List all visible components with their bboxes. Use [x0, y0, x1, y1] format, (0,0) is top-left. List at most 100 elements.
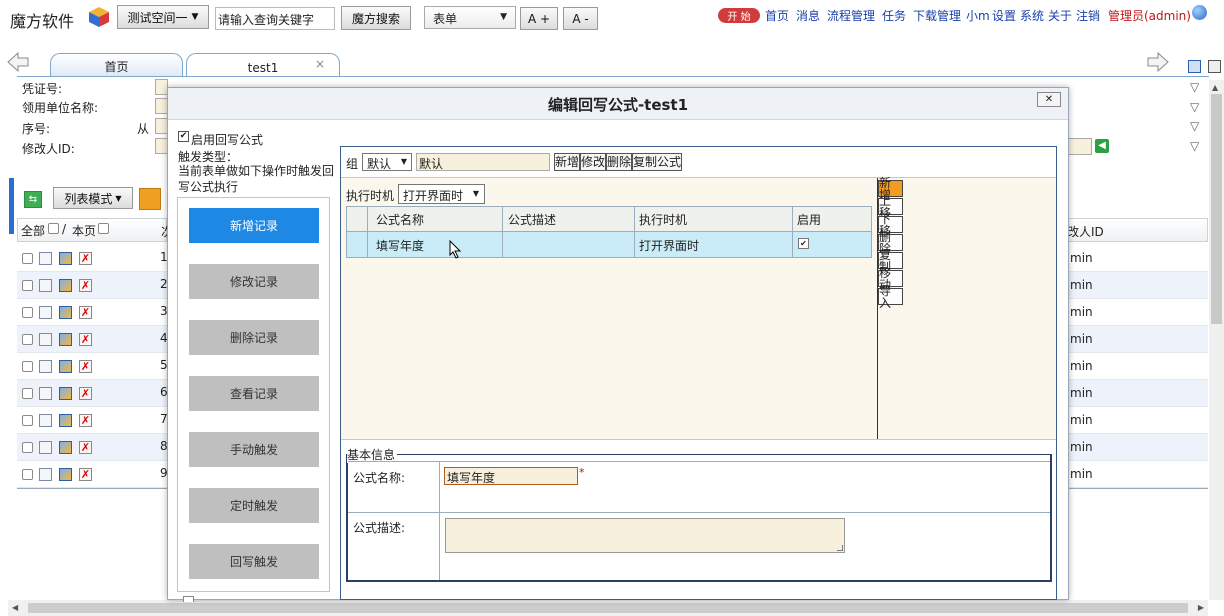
trigger-edit-record[interactable]: 修改记录 — [189, 264, 319, 299]
trigger-delete-record[interactable]: 删除记录 — [189, 320, 319, 355]
form-select[interactable]: 表单 ▼ — [424, 6, 516, 29]
dialog-close-button[interactable]: ✕ — [1037, 92, 1061, 107]
row-checkbox[interactable] — [22, 307, 33, 318]
link-downloads[interactable]: 下载管理 — [913, 7, 961, 24]
detail-icon[interactable] — [39, 441, 52, 454]
go-arrow-icon[interactable]: ◀ — [1095, 139, 1109, 153]
workspace-select[interactable]: 测试空间一 ▼ — [117, 5, 209, 29]
delete-icon[interactable]: ✗ — [79, 414, 92, 427]
trigger-writeback[interactable]: 回写触发 — [189, 544, 319, 579]
link-system[interactable]: 系统 — [1020, 7, 1044, 24]
formula-import-button[interactable]: 导入 — [878, 285, 903, 309]
user-link[interactable]: 管理员(admin) — [1108, 7, 1191, 24]
row-checkbox[interactable] — [22, 334, 33, 345]
horizontal-scrollbar[interactable]: ◀ ▶ — [8, 600, 1208, 616]
save-icon[interactable] — [1188, 60, 1201, 73]
link-about[interactable]: 关于 — [1048, 7, 1072, 24]
link-home[interactable]: 首页 — [765, 7, 789, 24]
tab-close-icon[interactable]: × — [315, 57, 325, 71]
row-checkbox[interactable] — [22, 442, 33, 453]
group-select[interactable]: 默认 ▼ — [362, 153, 412, 171]
group-add-button[interactable]: 新增 — [554, 153, 580, 171]
group-name-input[interactable]: 默认 — [416, 153, 550, 171]
trigger-timed[interactable]: 定时触发 — [189, 488, 319, 523]
filter-right-input[interactable] — [1068, 138, 1092, 155]
table-row[interactable]: ✗ 5 — [17, 353, 168, 380]
list-mode-button[interactable]: 列表模式 ▼ — [53, 187, 133, 209]
edit-icon[interactable] — [59, 414, 72, 427]
scroll-right-icon[interactable]: ▶ — [1198, 603, 1204, 612]
edit-icon[interactable] — [59, 360, 72, 373]
search-button[interactable]: 魔方搜索 — [341, 6, 411, 30]
edit-icon[interactable] — [59, 387, 72, 400]
detail-icon[interactable] — [39, 387, 52, 400]
table-row[interactable]: ✗ 7 — [17, 407, 168, 434]
group-delete-button[interactable]: 删除 — [606, 153, 632, 171]
scroll-left-icon[interactable]: ◀ — [12, 603, 18, 612]
scroll-up-icon[interactable]: ▲ — [1212, 83, 1218, 92]
forward-arrow-icon[interactable] — [1147, 51, 1169, 73]
link-xiaom[interactable]: 小m — [966, 7, 990, 24]
row-checkbox[interactable] — [22, 469, 33, 480]
search-input[interactable]: 请输入查询关键字 — [215, 7, 335, 30]
detail-icon[interactable] — [39, 333, 52, 346]
funnel-icon[interactable]: ▽ — [1190, 100, 1199, 114]
delete-icon[interactable]: ✗ — [79, 333, 92, 346]
detail-icon[interactable] — [39, 360, 52, 373]
tab-home[interactable]: 首页 — [50, 53, 183, 76]
delete-icon[interactable]: ✗ — [79, 441, 92, 454]
funnel-icon[interactable]: ▽ — [1190, 80, 1199, 94]
start-badge[interactable]: 开 始 — [718, 8, 760, 23]
link-tasks[interactable]: 任务 — [882, 7, 906, 24]
table-row[interactable]: ✗ 4 — [17, 326, 168, 353]
delete-icon[interactable]: ✗ — [79, 252, 92, 265]
select-all-checkbox[interactable] — [48, 223, 59, 234]
detail-icon[interactable] — [39, 306, 52, 319]
edit-icon[interactable] — [59, 468, 72, 481]
trigger-add-record[interactable]: 新增记录 — [189, 208, 319, 243]
detail-icon[interactable] — [39, 252, 52, 265]
table-row[interactable]: ✗ 3 — [17, 299, 168, 326]
link-settings[interactable]: 设置 — [992, 7, 1016, 24]
link-workflow[interactable]: 流程管理 — [827, 7, 875, 24]
font-decrease-button[interactable]: A - — [563, 7, 598, 30]
link-logout[interactable]: 注销 — [1076, 7, 1100, 24]
globe-icon[interactable] — [1192, 5, 1207, 20]
resize-handle-icon[interactable] — [837, 545, 843, 551]
formula-desc-textarea[interactable] — [445, 518, 845, 553]
export-icon[interactable] — [139, 188, 161, 210]
formula-name-input[interactable]: 填写年度 — [444, 467, 578, 485]
tab-test1[interactable]: test1 × — [186, 53, 340, 76]
edit-icon[interactable] — [59, 252, 72, 265]
back-arrow-icon[interactable] — [7, 51, 29, 73]
bottom-checkbox[interactable] — [183, 596, 194, 602]
delete-icon[interactable]: ✗ — [79, 387, 92, 400]
table-row[interactable]: ✗ 8 — [17, 434, 168, 461]
list-icon[interactable] — [1208, 60, 1221, 73]
table-row[interactable]: ✗ 1 — [17, 245, 168, 272]
vertical-scrollbar[interactable]: ▲ — [1209, 80, 1224, 600]
row-checkbox[interactable] — [22, 361, 33, 372]
enable-checkbox[interactable]: ✔ — [178, 131, 189, 142]
edit-icon[interactable] — [59, 441, 72, 454]
funnel-icon[interactable]: ▽ — [1190, 139, 1199, 153]
group-copy-formula-button[interactable]: 复制公式 — [632, 153, 682, 171]
group-edit-button[interactable]: 修改 — [580, 153, 606, 171]
row-checkbox[interactable] — [22, 388, 33, 399]
side-collapse-handle[interactable] — [9, 178, 14, 234]
funnel-icon[interactable]: ▽ — [1190, 119, 1199, 133]
delete-icon[interactable]: ✗ — [79, 360, 92, 373]
h-scroll-thumb[interactable] — [28, 603, 1188, 613]
refresh-icon[interactable]: ⇆ — [24, 191, 42, 208]
font-increase-button[interactable]: A + — [520, 7, 558, 30]
edit-icon[interactable] — [59, 333, 72, 346]
scroll-thumb[interactable] — [1211, 94, 1222, 324]
trigger-view-record[interactable]: 查看记录 — [189, 376, 319, 411]
delete-icon[interactable]: ✗ — [79, 279, 92, 292]
link-messages[interactable]: 消息 — [796, 7, 820, 24]
detail-icon[interactable] — [39, 414, 52, 427]
detail-icon[interactable] — [39, 279, 52, 292]
exec-timing-select[interactable]: 打开界面时 ▼ — [398, 184, 485, 204]
this-page-checkbox[interactable] — [98, 223, 109, 234]
table-row[interactable]: ✗ 6 — [17, 380, 168, 407]
